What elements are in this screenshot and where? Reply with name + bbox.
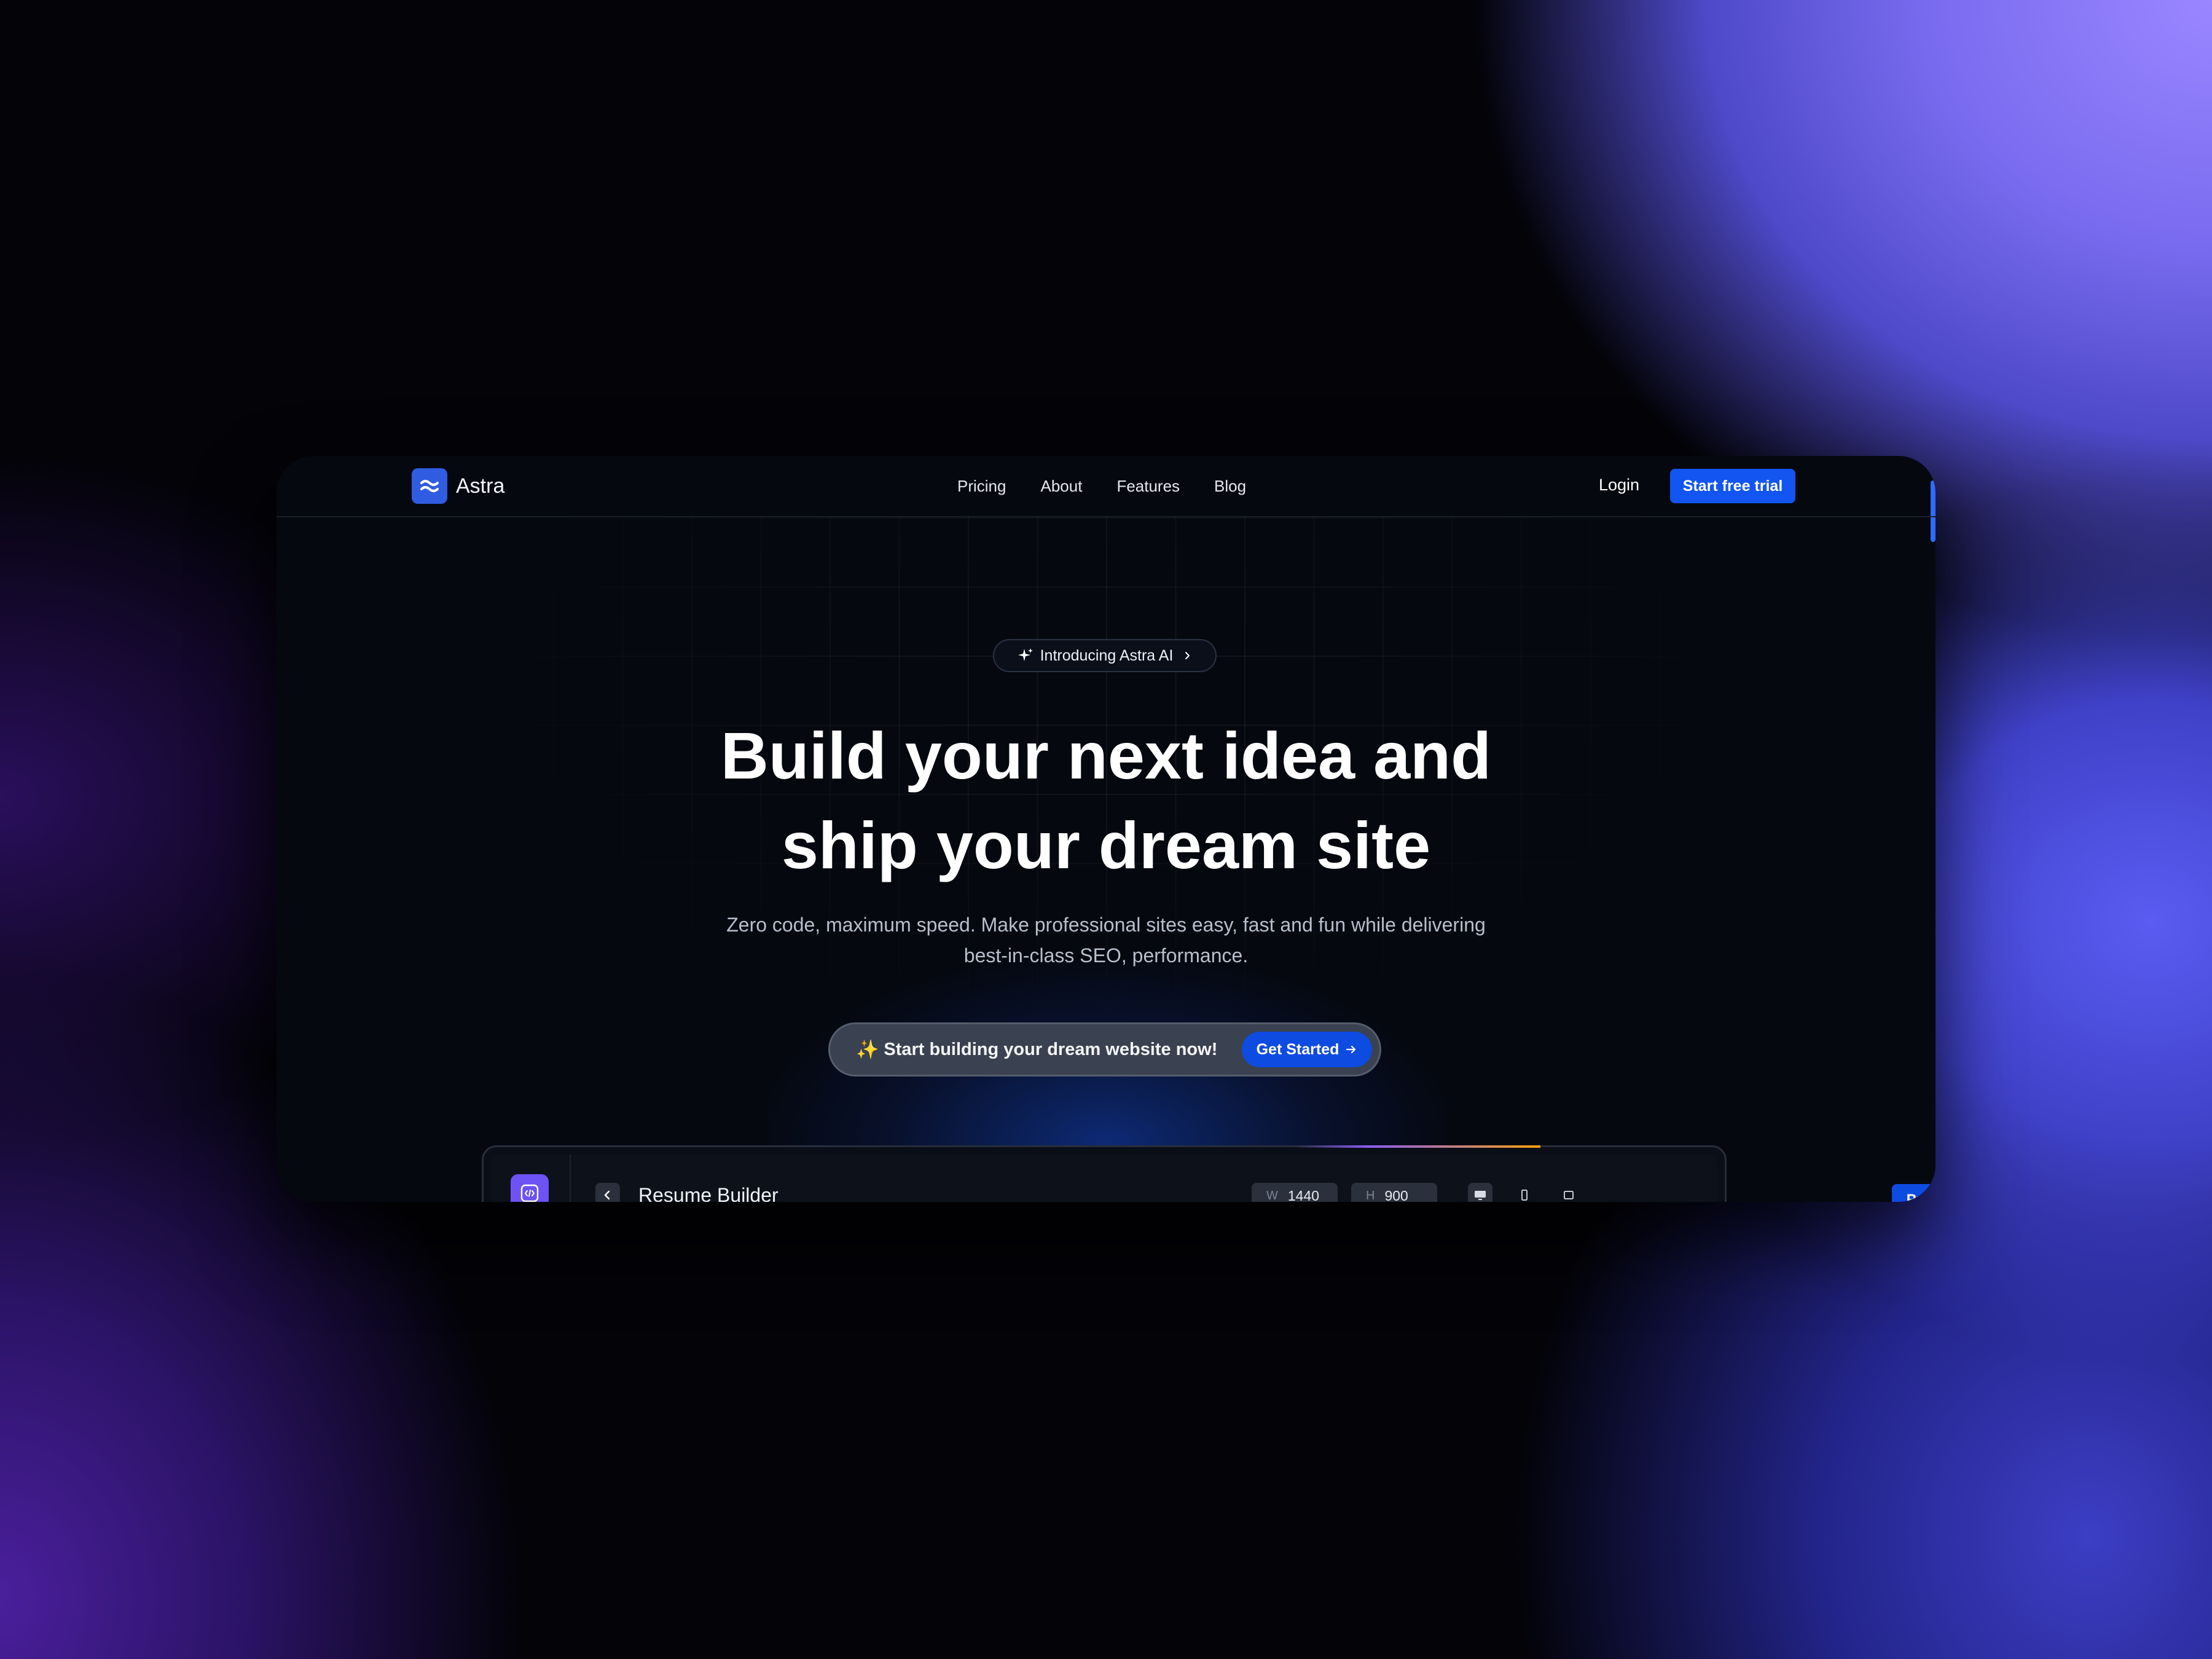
headline-line-1: Build your next idea and (720, 718, 1492, 793)
code-app-icon[interactable] (511, 1174, 549, 1202)
toolbar-divider (570, 1155, 571, 1202)
navbar: Astra Pricing About Features Blog Login … (276, 456, 1936, 517)
subtext-line-1: Zero code, maximum speed. Make professio… (726, 914, 1486, 936)
astra-logo-icon (412, 468, 447, 504)
desktop-icon[interactable] (1468, 1183, 1492, 1202)
get-started-button[interactable]: Get Started (1242, 1032, 1372, 1067)
width-label: W (1266, 1188, 1278, 1202)
pill-label: Introducing Astra AI (1040, 646, 1174, 664)
subtext-line-2: best-in-class SEO, performance. (963, 944, 1249, 967)
get-started-label: Get Started (1256, 1040, 1339, 1058)
introducing-ai-pill[interactable]: Introducing Astra AI (993, 639, 1217, 672)
height-field[interactable]: H 900 (1351, 1183, 1437, 1202)
width-field[interactable]: W 1440 (1252, 1183, 1338, 1202)
height-label: H (1366, 1188, 1375, 1202)
login-link[interactable]: Login (1599, 476, 1639, 495)
cta-bar: ✨ Start building your dream website now!… (828, 1022, 1381, 1077)
nav-links: Pricing About Features Blog (957, 456, 1246, 516)
back-button[interactable] (595, 1183, 620, 1202)
sparkles-emoji-icon: ✨ (856, 1039, 879, 1060)
hero-headline: Build your next idea and ship your dream… (276, 711, 1936, 890)
chevron-right-icon (1183, 651, 1193, 661)
height-value: 900 (1384, 1187, 1408, 1202)
nav-link-pricing[interactable]: Pricing (957, 477, 1006, 496)
nav-link-blog[interactable]: Blog (1214, 477, 1246, 496)
builder-toolbar: Resume Builder W 1440 H 900 Pub (491, 1155, 1936, 1202)
builder-preview: Resume Builder W 1440 H 900 Pub (482, 1145, 1936, 1202)
preview-highlight-line (1295, 1145, 1540, 1148)
width-value: 1440 (1287, 1187, 1320, 1202)
publish-button[interactable]: Publish (1892, 1184, 1936, 1202)
brand-name: Astra (456, 474, 505, 498)
project-title: Resume Builder (638, 1184, 779, 1202)
browser-screen: Astra Pricing About Features Blog Login … (276, 456, 1936, 1202)
arrow-right-icon (1345, 1043, 1357, 1056)
sparkles-icon (1017, 647, 1034, 664)
start-free-trial-button[interactable]: Start free trial (1670, 469, 1795, 503)
cta-text: Start building your dream website now! (884, 1039, 1218, 1059)
nav-link-features[interactable]: Features (1116, 477, 1180, 496)
hero-subtext: Zero code, maximum speed. Make professio… (276, 909, 1936, 971)
mobile-icon[interactable] (1512, 1183, 1537, 1202)
chevron-left-icon (604, 1190, 610, 1200)
brand[interactable]: Astra (412, 468, 504, 504)
nav-link-about[interactable]: About (1040, 477, 1082, 496)
tablet-icon[interactable] (1556, 1183, 1581, 1202)
headline-line-2: ship your dream site (781, 808, 1431, 882)
cta-message: ✨ Start building your dream website now! (856, 1024, 1217, 1075)
